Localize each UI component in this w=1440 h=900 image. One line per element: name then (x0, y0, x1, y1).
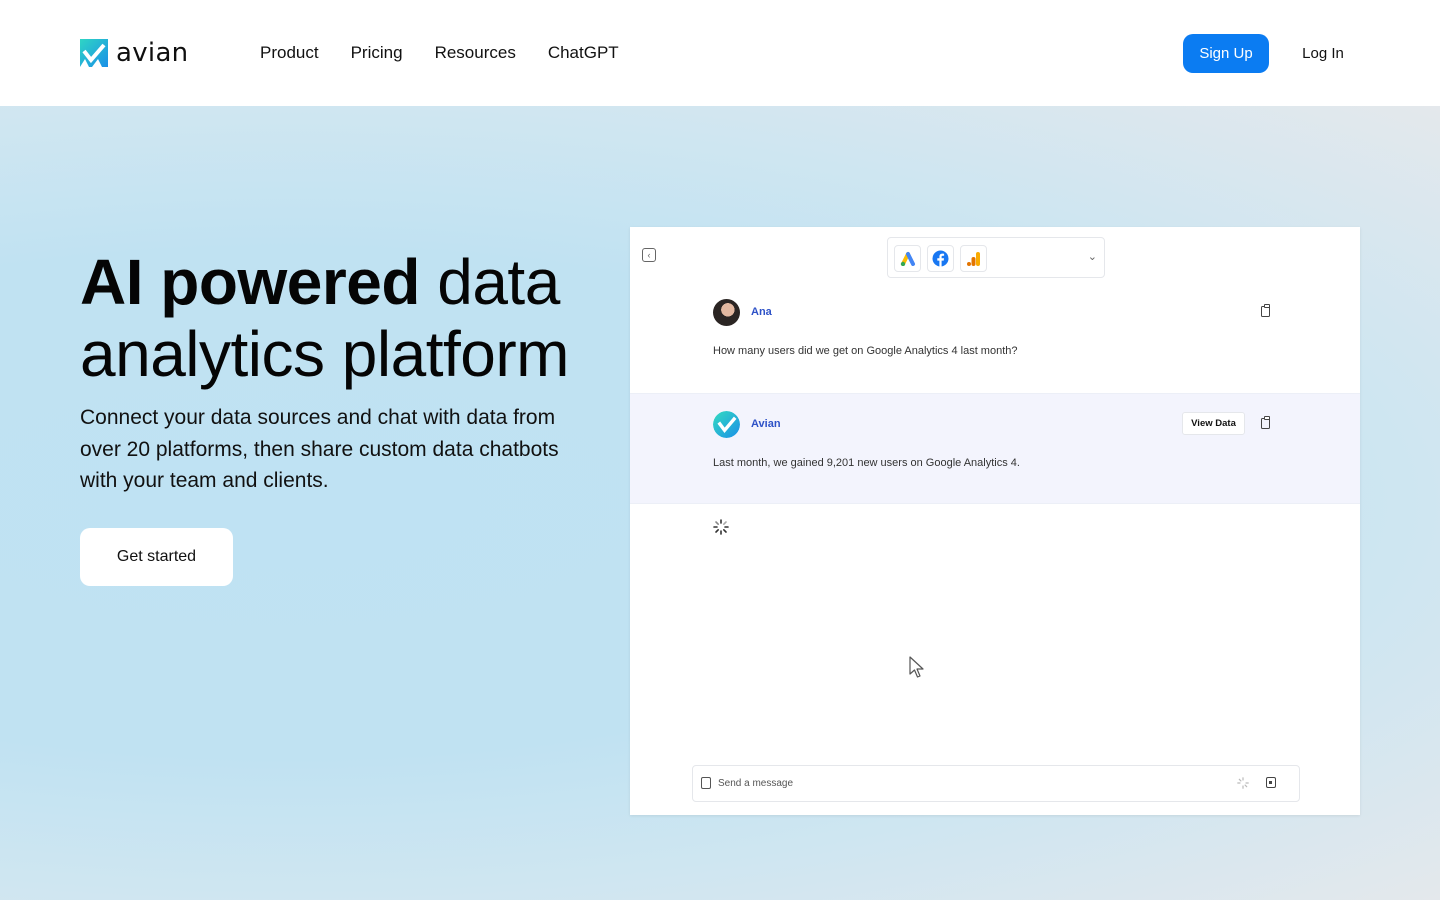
collapse-sidebar-icon[interactable]: ‹ (642, 248, 656, 262)
message-text: Last month, we gained 9,201 new users on… (713, 457, 1020, 469)
app-preview: ‹ ⌄ Ana How many users did we get on Goo… (630, 227, 1360, 815)
view-data-button[interactable]: View Data (1182, 412, 1245, 435)
brand-name: avian (116, 38, 189, 68)
chat-message-assistant: Avian View Data Last month, we gained 9,… (630, 393, 1360, 504)
brand-logo[interactable]: avian (80, 39, 188, 67)
headline-bold: AI powered (80, 246, 420, 318)
login-link[interactable]: Log In (1286, 34, 1360, 73)
data-source-picker[interactable]: ⌄ (887, 237, 1105, 278)
copy-icon[interactable] (1261, 304, 1270, 317)
hero-subtext: Connect your data sources and chat with … (80, 406, 559, 492)
message-input[interactable] (718, 766, 1218, 801)
message-text: How many users did we get on Google Anal… (713, 345, 1018, 357)
hero-section: AI powered data analytics platform Conne… (0, 106, 1440, 900)
attach-icon[interactable] (701, 777, 711, 789)
avian-avatar-icon (713, 411, 740, 438)
chat-message-user: Ana How many users did we get on Google … (630, 282, 1360, 392)
hero-headline: AI powered data analytics platform (80, 246, 620, 390)
nav-resources[interactable]: Resources (435, 42, 516, 64)
loading-spinner-icon (713, 519, 729, 535)
loading-spinner-icon (1237, 777, 1249, 789)
avian-logo-icon (80, 39, 108, 67)
nav-product[interactable]: Product (260, 42, 319, 64)
message-composer (692, 765, 1300, 802)
google-ads-icon (894, 245, 921, 272)
site-header: avian Product Pricing Resources ChatGPT … (0, 0, 1440, 106)
copy-icon[interactable] (1261, 416, 1270, 429)
get-started-button[interactable]: Get started (80, 528, 233, 586)
message-sender: Avian (751, 418, 781, 430)
mouse-cursor-icon (909, 656, 924, 678)
google-analytics-icon (960, 245, 987, 272)
facebook-icon (927, 245, 954, 272)
nav-chatgpt[interactable]: ChatGPT (548, 42, 619, 64)
main-nav: Product Pricing Resources ChatGPT (260, 42, 619, 64)
chevron-down-icon: ⌄ (1087, 251, 1097, 263)
send-icon[interactable] (1266, 777, 1276, 788)
nav-pricing[interactable]: Pricing (351, 42, 403, 64)
message-sender: Ana (751, 306, 772, 318)
user-avatar (713, 299, 740, 326)
signup-button[interactable]: Sign Up (1183, 34, 1269, 73)
